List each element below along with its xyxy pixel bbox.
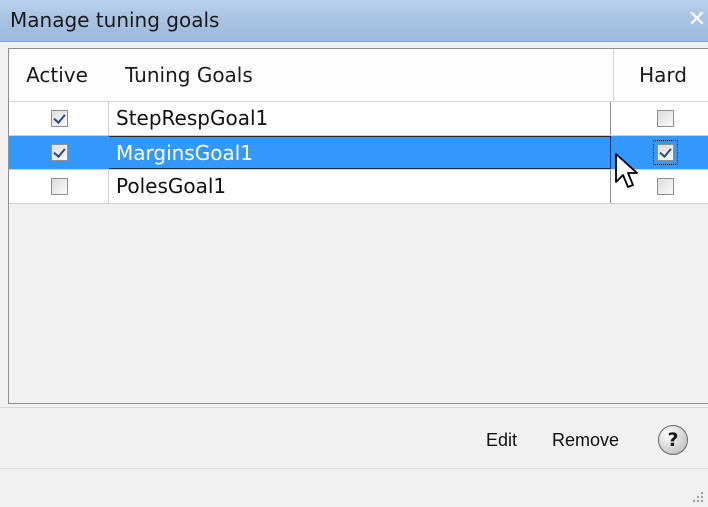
title-bar[interactable]: Manage tuning goals ✕ xyxy=(0,0,708,42)
active-checkbox[interactable] xyxy=(51,144,68,161)
divider xyxy=(0,407,708,408)
manage-tuning-goals-dialog: Manage tuning goals ✕ Active Tuning Goal… xyxy=(0,0,708,507)
resize-grip-icon[interactable] xyxy=(690,489,704,503)
hard-cell xyxy=(611,102,708,135)
tuning-goals-table: Active Tuning Goals Hard StepRespGoal1 M… xyxy=(8,48,708,404)
active-cell xyxy=(9,136,109,169)
divider xyxy=(0,468,708,469)
active-checkbox[interactable] xyxy=(51,178,68,195)
window-title: Manage tuning goals xyxy=(10,8,220,32)
remove-button[interactable]: Remove xyxy=(552,426,619,454)
hard-checkbox[interactable] xyxy=(657,178,674,195)
table-row[interactable]: PolesGoal1 xyxy=(9,170,708,204)
column-header-hard[interactable]: Hard xyxy=(613,49,708,101)
close-icon[interactable]: ✕ xyxy=(686,0,708,41)
goal-name[interactable]: MarginsGoal1 xyxy=(109,136,611,169)
active-cell xyxy=(9,170,109,203)
goal-name[interactable]: StepRespGoal1 xyxy=(109,102,611,135)
active-cell xyxy=(9,102,109,135)
hard-checkbox[interactable] xyxy=(657,110,674,127)
help-icon[interactable]: ? xyxy=(658,425,688,455)
hard-checkbox[interactable] xyxy=(653,140,678,165)
active-checkbox[interactable] xyxy=(51,110,68,127)
table-header: Active Tuning Goals Hard xyxy=(9,49,708,102)
goal-name[interactable]: PolesGoal1 xyxy=(109,170,611,203)
column-header-active[interactable]: Active xyxy=(9,49,105,101)
column-header-tuning-goals[interactable]: Tuning Goals xyxy=(125,49,253,101)
edit-button[interactable]: Edit xyxy=(486,426,517,454)
mouse-pointer-icon xyxy=(615,153,638,188)
table-row[interactable]: StepRespGoal1 xyxy=(9,102,708,136)
table-row-selected[interactable]: MarginsGoal1 xyxy=(9,136,708,170)
